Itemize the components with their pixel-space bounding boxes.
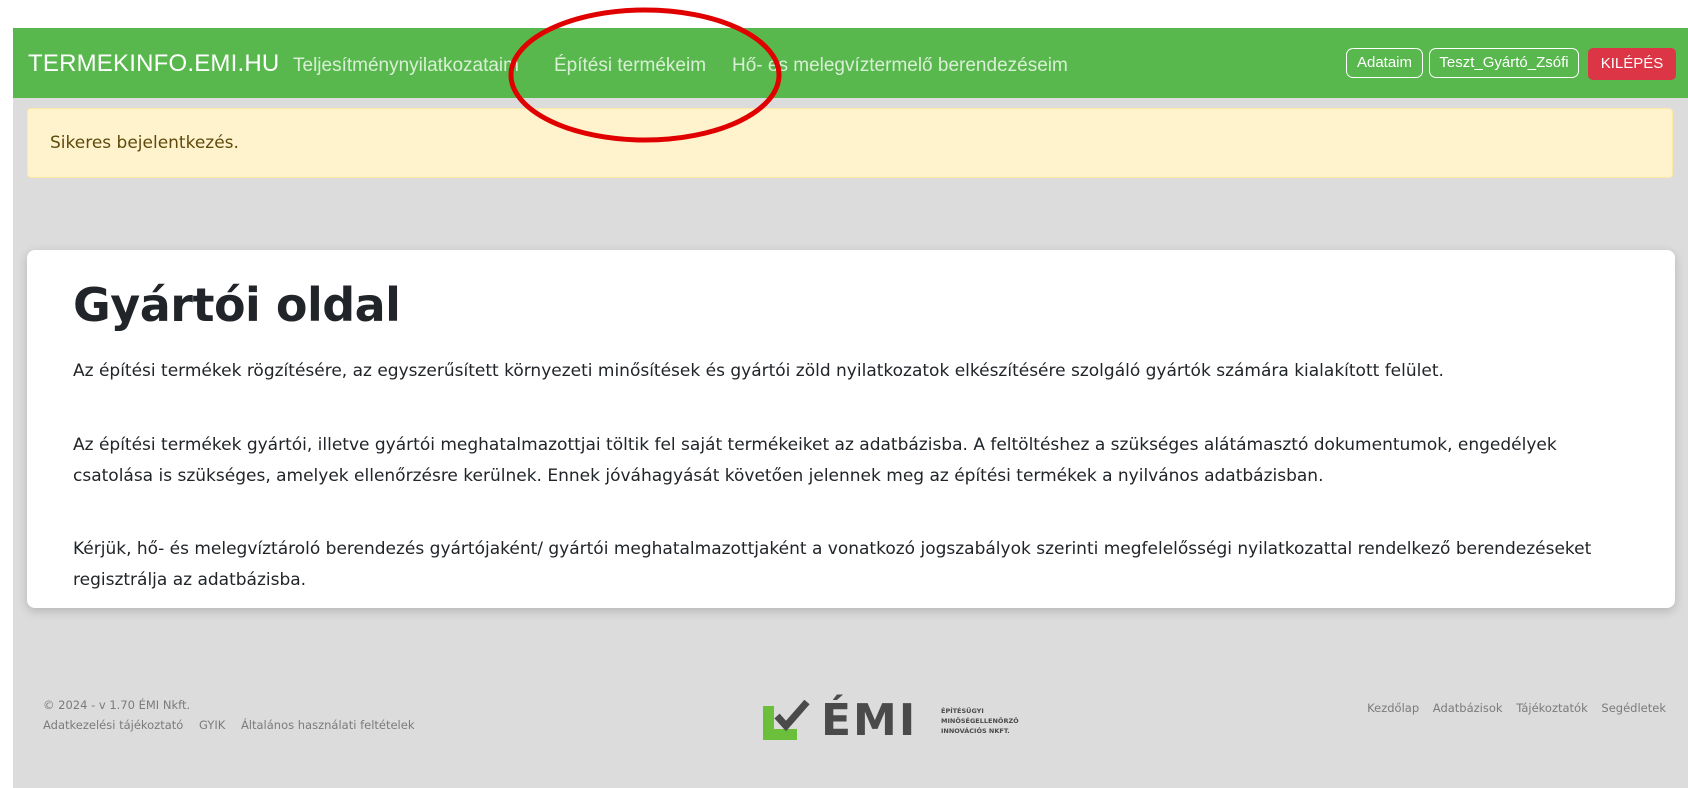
nav-link-building-products[interactable]: Építési termékeim [554,55,706,77]
footer-link-databases[interactable]: Adatbázisok [1433,701,1503,715]
logo-subtitle: ÉPÍTÉSÜGYI MINŐSÉGELLENŐRZŐ INNOVÁCIÓS N… [941,706,1019,736]
intro-paragraph-3: Kérjük, hő- és melegvíztároló berendezés… [73,539,1592,590]
logo-wordmark: ÉMI [821,695,918,746]
footer-link-faq[interactable]: GYIK [199,718,225,732]
footer-right-nav: Kezdőlap Adatbázisok Tájékoztatók Segédl… [1357,701,1666,715]
my-data-button[interactable]: Adataim [1346,48,1423,78]
content-card: Gyártói oldal Az építési termékek rögzít… [27,250,1675,608]
logo-sub-line-2: MINŐSÉGELLENŐRZŐ [941,717,1019,725]
alert-message: Sikeres bejelentkezés. [50,133,239,153]
footer-link-home[interactable]: Kezdőlap [1367,701,1419,715]
app-frame: TERMEKINFO.EMI.HU Teljesítménynyilatkoza… [13,28,1688,788]
footer-link-guides[interactable]: Segédletek [1601,701,1666,715]
emi-checkmark-icon [763,699,810,740]
top-navbar: TERMEKINFO.EMI.HU Teljesítménynyilatkoza… [13,28,1688,98]
footer-link-terms[interactable]: Általános használati feltételek [241,718,415,732]
footer-copyright: © 2024 - v 1.70 ÉMI Nkft. [43,698,191,712]
emi-logo: ÉMI ÉPÍTÉSÜGYI MINŐSÉGELLENŐRZŐ INNOVÁCI… [761,696,1061,750]
intro-paragraph-1: Az építési termékek rögzítésére, az egys… [73,361,1444,381]
footer-link-privacy[interactable]: Adatkezelési tájékoztató [43,718,183,732]
brand-link[interactable]: TERMEKINFO.EMI.HU [28,50,279,78]
intro-paragraph-2: Az építési termékek gyártói, illetve gyá… [73,435,1557,486]
success-alert: Sikeres bejelentkezés. [27,108,1673,178]
logo-sub-line-3: INNOVÁCIÓS NKFT. [941,727,1010,735]
footer-left: © 2024 - v 1.70 ÉMI Nkft. Adatkezelési t… [43,698,427,732]
logo-sub-line-1: ÉPÍTÉSÜGYI [941,707,984,715]
logout-button[interactable]: KILÉPÉS [1588,48,1676,80]
page-title: Gyártói oldal [73,278,401,332]
nav-link-declarations[interactable]: Teljesítménynyilatkozataim [293,55,519,77]
footer-link-info[interactable]: Tájékoztatók [1516,701,1588,715]
user-profile-button[interactable]: Teszt_Gyártó_Zsófi [1429,48,1579,78]
nav-link-heating-devices[interactable]: Hő- és melegvíztermelő berendezéseim [732,55,1068,77]
